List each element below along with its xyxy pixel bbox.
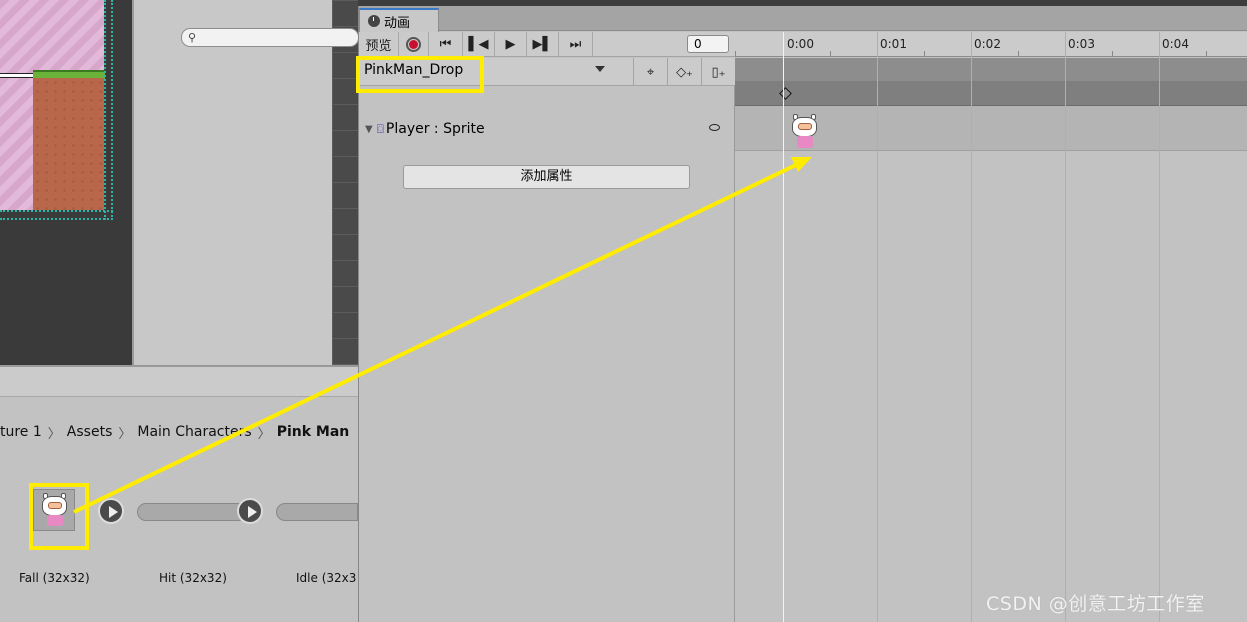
breadcrumb-separator-icon: 〉 [47, 426, 61, 442]
highlight-box [29, 483, 89, 550]
record-icon [406, 37, 421, 52]
breadcrumb-item[interactable]: Main Characters [137, 424, 251, 440]
add-event-icon: ▯₊ [711, 64, 726, 80]
scene-view[interactable] [0, 0, 132, 365]
scene-grid [332, 0, 358, 365]
event-lane[interactable] [735, 58, 1247, 81]
breadcrumb: ture 1 〉 Assets 〉 Main Characters 〉 Pink… [0, 421, 349, 443]
frame-input[interactable]: 0 [687, 35, 729, 53]
sprite-renderer-icon: ⌼ [376, 121, 384, 136]
preview-button[interactable]: 预览 [359, 32, 399, 57]
background-tile [0, 78, 33, 210]
asset-idle-spritesheet[interactable] [276, 503, 358, 521]
asset-play-button[interactable] [98, 498, 124, 524]
tab-bar [359, 6, 1247, 31]
asset-hit-spritesheet[interactable] [137, 503, 247, 521]
first-keyframe-icon: ⏮ [439, 37, 452, 52]
asset-label: Hit (32x32) [159, 571, 227, 585]
grid-line [1159, 32, 1160, 622]
asset-play-button[interactable] [237, 498, 263, 524]
summary-keyframe-lane[interactable] [735, 81, 1247, 106]
play-button[interactable]: ▶ [495, 32, 527, 57]
playhead[interactable] [783, 32, 784, 622]
collider-outline [104, 0, 113, 220]
clock-icon [368, 15, 380, 27]
first-keyframe-button[interactable]: ⏮ [429, 32, 463, 57]
search-input[interactable]: ⚲ [181, 28, 359, 47]
side-panel [132, 0, 332, 365]
timeline-ruler[interactable]: 0:00 0:01 0:02 0:03 0:04 [735, 32, 1247, 57]
sprite-keyframe-thumbnail[interactable] [790, 114, 820, 150]
grid-line [971, 32, 972, 622]
watermark-text: CSDN @创意工坊工作室 [986, 593, 1205, 615]
highlight-box [356, 56, 484, 93]
crosshair-icon: ⌖ [646, 64, 655, 80]
breadcrumb-item[interactable]: ture 1 [0, 424, 42, 440]
animation-toolbar: 预览 ⏮ ▌◀ ▶ ▶▌ ⏭ 0 [359, 32, 735, 57]
play-icon: ▶ [505, 37, 516, 52]
background-tile [0, 0, 104, 73]
keyframe-toggle-icon[interactable] [709, 124, 720, 131]
add-property-button[interactable]: 添加属性 [403, 165, 690, 189]
time-label: 0:01 [880, 37, 907, 51]
breadcrumb-separator-icon: 〉 [257, 426, 271, 442]
property-row[interactable]: ▼ ⌼ Player : Sprite [359, 116, 735, 142]
time-label: 0:02 [974, 37, 1001, 51]
record-button[interactable] [399, 32, 429, 57]
time-label: 0:00 [787, 37, 814, 51]
search-icon: ⚲ [188, 31, 197, 44]
asset-label: Idle (32x3 [296, 571, 357, 585]
last-keyframe-button[interactable]: ⏭ [559, 32, 593, 57]
prev-keyframe-icon: ▌◀ [468, 37, 489, 52]
collider-outline [0, 210, 113, 220]
prev-keyframe-button[interactable]: ▌◀ [463, 32, 495, 57]
project-toolbar [0, 367, 358, 397]
animation-window: 动画 预览 ⏮ ▌◀ ▶ ▶▌ ⏭ 0 PinkMan_Drop ⌖ ◇₊ ▯₊… [358, 6, 1247, 622]
breadcrumb-separator-icon: 〉 [118, 426, 132, 442]
grid-line [1065, 32, 1066, 622]
tab-animation[interactable]: 动画 [359, 8, 439, 32]
asset-label: Fall (32x32) [19, 571, 90, 585]
time-label: 0:03 [1068, 37, 1095, 51]
next-keyframe-icon: ▶▌ [532, 37, 553, 52]
filter-by-selection-button[interactable]: ⌖ [633, 58, 667, 86]
add-keyframe-button[interactable]: ◇₊ [667, 58, 701, 86]
tab-label: 动画 [384, 15, 411, 31]
next-keyframe-button[interactable]: ▶▌ [527, 32, 559, 57]
time-label: 0:04 [1162, 37, 1189, 51]
platform-edge [0, 73, 33, 78]
add-keyframe-icon: ◇₊ [676, 64, 693, 80]
breadcrumb-item-current[interactable]: Pink Man [277, 424, 350, 440]
last-keyframe-icon: ⏭ [569, 37, 582, 52]
breadcrumb-item[interactable]: Assets [67, 424, 113, 440]
expand-triangle-icon[interactable]: ▼ [365, 124, 373, 135]
dirt-tile [33, 78, 104, 210]
add-event-button[interactable]: ▯₊ [701, 58, 735, 86]
property-label: Player : Sprite [385, 121, 485, 137]
grid-line [877, 32, 878, 622]
chevron-down-icon [595, 66, 605, 72]
